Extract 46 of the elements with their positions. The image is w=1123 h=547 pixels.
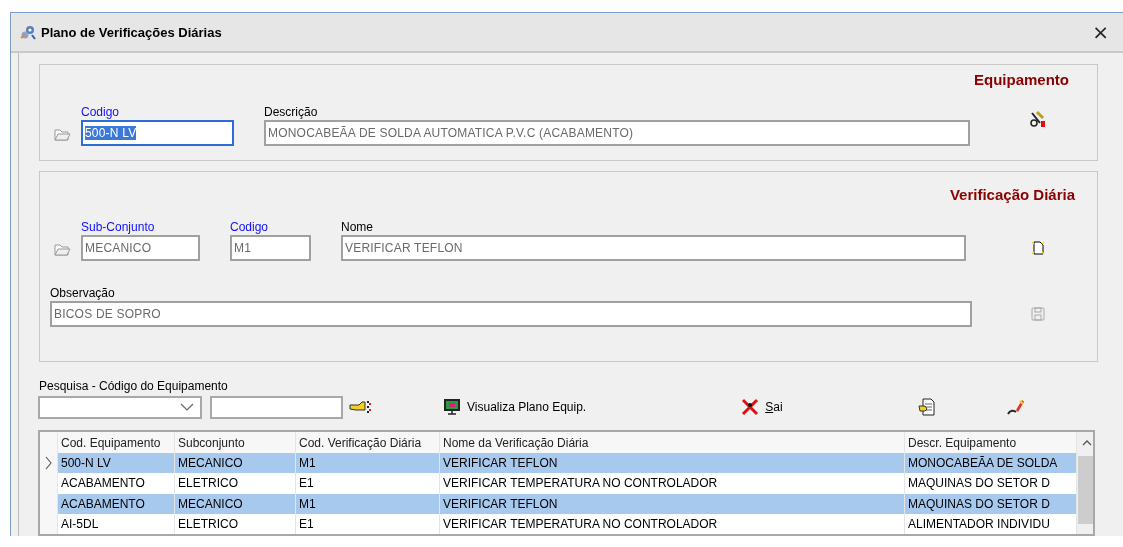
table-cell: VERIFICAR TEMPERATURA NO CONTROLADOR — [440, 513, 905, 534]
chevron-down-icon — [180, 403, 194, 411]
panel-title: Verificação Diária — [949, 186, 1075, 203]
table-cell: VERIFICAR TEFLON — [440, 453, 905, 474]
table-cell: ELETRICO — [175, 513, 296, 534]
pointing-hand-button[interactable] — [349, 398, 371, 416]
text-field[interactable]: 500-N LV — [81, 120, 234, 146]
scroll-thumb[interactable] — [1078, 456, 1093, 524]
exit-button[interactable]: Sai — [741, 398, 783, 416]
table-cell: E1 — [296, 513, 440, 534]
monitor-icon — [443, 398, 461, 416]
field-label: Nome — [341, 219, 374, 235]
table-cell: ACABAMENTO — [58, 493, 175, 514]
x-icon — [741, 398, 760, 416]
table-cell: MECANICO — [175, 493, 296, 514]
table-cell: VERIFICAR TEFLON — [440, 493, 905, 514]
table-cell: ELETRICO — [175, 473, 296, 494]
search-field[interactable] — [210, 395, 343, 419]
table-cell: 500-N LV — [58, 453, 175, 474]
table-cell: MONOCABEÃA DE SOLDA — [905, 453, 1077, 474]
window-title: Plano de Verificações Diárias — [41, 24, 223, 40]
panel-title: Equipamento — [974, 71, 1069, 88]
field-label: Sub-Conjunto — [81, 219, 156, 235]
field-label: Codigo — [230, 219, 270, 235]
table-cell: MAQUINAS DO SETOR D — [905, 493, 1077, 514]
report-button[interactable] — [917, 398, 936, 416]
table-cell: MECANICO — [175, 453, 296, 474]
table-cell: M1 — [296, 493, 440, 514]
table-cell: ACABAMENTO — [58, 473, 175, 494]
folder-icon — [53, 126, 71, 142]
scrollbar[interactable] — [1077, 432, 1093, 534]
field-label: Descrição — [264, 104, 319, 120]
field-label: Codigo — [81, 104, 121, 120]
gears-icon — [19, 23, 37, 41]
table-cell: VERIFICAR TEMPERATURA NO CONTROLADOR — [440, 473, 905, 494]
field-label: Observação — [50, 285, 116, 301]
folder-icon — [53, 241, 71, 257]
search-label: Pesquisa - Código do Equipamento — [39, 378, 229, 394]
chevron-up-icon — [1081, 440, 1092, 446]
table-cell: AI-5DL — [58, 513, 175, 534]
dropdown[interactable] — [38, 395, 202, 419]
eraser-button[interactable] — [1005, 398, 1024, 416]
table-cell: E1 — [296, 473, 440, 494]
close-button[interactable]: × — [1086, 20, 1115, 44]
table-cell: M1 — [296, 453, 440, 474]
view-plan-button[interactable]: Visualiza Plano Equip. — [443, 398, 587, 416]
